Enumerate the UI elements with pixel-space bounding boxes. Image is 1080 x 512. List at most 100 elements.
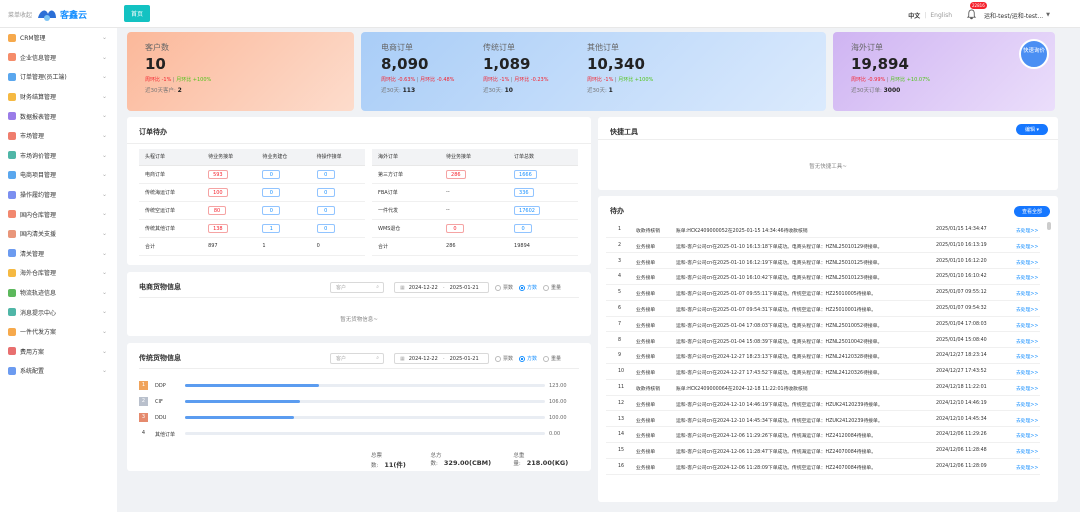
date-range-picker[interactable]: ▦ 2024-12-22-2025-01-21 — [394, 282, 489, 293]
card-overseas[interactable]: 海外订单 19,894 周环比 -0.99% | 月环比 +10.07% 近30… — [833, 32, 1055, 111]
chevron-down-icon: ⌄ — [101, 151, 107, 159]
card-orders[interactable]: 电商订单 8,090 周环比 -0.63% | 月环比 -0.48% 近30天:… — [361, 32, 826, 111]
table-row: WMS退仓 0 0 — [372, 219, 578, 238]
table-row: 合计 897 1 0 — [139, 237, 365, 256]
customer-select[interactable]: 客户 ⌕ — [330, 282, 384, 293]
date-range-picker[interactable]: ▦ 2024-12-22-2025-01-21 — [394, 353, 489, 364]
table-cell: 0 — [256, 165, 311, 184]
count-chip[interactable]: 336 — [514, 187, 534, 197]
count-chip[interactable]: 80 — [208, 205, 227, 215]
radio-label: 票数 — [503, 356, 514, 362]
card-customers[interactable]: 客户数 10 周环比 -1% | 月环比 +100% 近30天客户: 2 — [127, 32, 354, 111]
count-chip[interactable]: 593 — [208, 169, 228, 179]
sidebar-item[interactable]: 企业信息管理 ⌄ — [0, 48, 117, 68]
count-chip[interactable]: 0 — [262, 169, 281, 179]
process-link[interactable]: 去处理>> — [1016, 274, 1038, 281]
menu-icon — [8, 210, 16, 219]
quick-tools-panel: 快捷工具 编辑 ▾ 暂无快捷工具~ — [598, 117, 1058, 190]
radio-weight[interactable]: 重量 — [543, 284, 561, 291]
total-item: 总票数: 11(件) — [371, 451, 413, 469]
radio-circle-icon — [543, 355, 550, 362]
sidebar-item[interactable]: 操作履约管理 ⌄ — [0, 185, 117, 205]
process-link[interactable]: 去处理>> — [1016, 306, 1038, 313]
process-link[interactable]: 去处理>> — [1016, 322, 1038, 329]
count-chip[interactable]: 0 — [514, 223, 533, 233]
count-chip[interactable]: 0 — [262, 205, 281, 215]
sidebar-item[interactable]: 订单管理(员工端) ⌄ — [0, 67, 117, 87]
radio-volume[interactable]: 方数 — [519, 355, 537, 362]
count-chip[interactable]: 1666 — [514, 169, 537, 179]
sidebar-item[interactable]: 一件代发方案 ⌄ — [0, 322, 117, 342]
process-link[interactable]: 去处理>> — [1016, 369, 1038, 376]
sidebar-item[interactable]: 费用方案 ⌄ — [0, 342, 117, 362]
sidebar-item[interactable]: 消息提示中心 ⌄ — [0, 302, 117, 322]
count-chip[interactable]: 100 — [208, 187, 228, 197]
sidebar-item[interactable]: 电商项目管理 ⌄ — [0, 165, 117, 185]
process-link[interactable]: 去处理>> — [1016, 338, 1038, 345]
menu-icon — [8, 170, 16, 179]
sidebar-item[interactable]: 财务结算管理 ⌄ — [0, 87, 117, 107]
radio-volume[interactable]: 方数 — [519, 284, 537, 291]
process-link[interactable]: 去处理>> — [1016, 401, 1038, 408]
sidebar-item[interactable]: 数据报表管理 ⌄ — [0, 106, 117, 126]
count-chip[interactable]: 0 — [316, 187, 335, 197]
process-link[interactable]: 去处理>> — [1016, 417, 1038, 424]
process-link[interactable]: 去处理>> — [1016, 464, 1038, 471]
count-chip[interactable]: 0 — [316, 223, 335, 233]
radio-tickets[interactable]: 票数 — [495, 284, 513, 291]
count-chip[interactable]: 286 — [446, 169, 466, 179]
sidebar-item[interactable]: 市场询价管理 ⌄ — [0, 146, 117, 166]
menu-collapse-toggle[interactable]: 菜单收起 — [8, 10, 32, 19]
user-menu[interactable]: 运和-test/运和-test... — [984, 11, 1043, 20]
count-chip[interactable]: 1 — [262, 223, 281, 233]
todo-content: 运和-客户公司cn在2024-12-06 11:28:09下单成功。传统空运订单… — [676, 466, 876, 471]
table-cell: 0 — [310, 183, 365, 202]
tab-home[interactable]: 首页 — [124, 5, 150, 22]
count-chip[interactable]: 0 — [316, 205, 335, 215]
process-link[interactable]: 去处理>> — [1016, 385, 1038, 392]
process-link[interactable]: 去处理>> — [1016, 353, 1038, 360]
process-link[interactable]: 去处理>> — [1016, 432, 1038, 439]
radio-circle-icon — [495, 355, 501, 362]
chevron-down-icon: ⌄ — [101, 249, 107, 257]
lang-english[interactable]: English — [930, 12, 952, 19]
chevron-down-icon: ⌄ — [101, 210, 107, 218]
sidebar-item[interactable]: 清关管理 ⌄ — [0, 244, 117, 264]
sidebar-item[interactable]: 国内清关支援 ⌄ — [0, 224, 117, 244]
count-chip[interactable]: 0 — [262, 187, 281, 197]
process-link[interactable]: 去处理>> — [1016, 259, 1038, 266]
kpi-month-compare: 月环比 +10.07% — [890, 77, 931, 83]
todo-content: 账单:HCK2409000052在2025-01-15 14:34:46待收款核… — [676, 229, 808, 234]
row-index: 7 — [618, 321, 622, 327]
customer-select[interactable]: 客户 ⌕ — [330, 353, 384, 364]
table-row: 传统海运订单 100 0 0 — [139, 183, 365, 202]
sidebar-item[interactable]: 系统配置 ⌄ — [0, 361, 117, 381]
todo-panel: 待办 查看全部 1 收款待核销 账单:HCK2409000052在2025-01-1… — [598, 196, 1058, 502]
table-row: FBA订单 -- 336 — [372, 183, 578, 202]
sidebar-item[interactable]: 国内仓库管理 ⌄ — [0, 204, 117, 224]
scrollbar[interactable] — [1047, 222, 1051, 230]
count-chip[interactable]: 0 — [316, 169, 335, 179]
count-chip[interactable]: 17602 — [514, 205, 540, 215]
radio-weight[interactable]: 重量 — [543, 355, 561, 362]
notification-bell[interactable]: 22816 — [966, 2, 987, 21]
edit-button[interactable]: 编辑 ▾ — [1016, 124, 1048, 135]
process-link[interactable]: 去处理>> — [1016, 227, 1038, 234]
sidebar-item[interactable]: 市场管理 ⌄ — [0, 126, 117, 146]
customer-placeholder: 客户 — [336, 356, 347, 362]
lang-chinese[interactable]: 中文 — [908, 11, 920, 20]
sidebar-item[interactable]: 物流轨迹信息 ⌄ — [0, 283, 117, 303]
radio-label: 重量 — [551, 285, 562, 291]
radio-tickets[interactable]: 票数 — [495, 355, 513, 362]
count-chip[interactable]: 138 — [208, 223, 228, 233]
sidebar-item[interactable]: 海外仓库管理 ⌄ — [0, 263, 117, 283]
quick-quote-button[interactable]: 快速询价 — [1019, 39, 1049, 69]
sidebar-item[interactable]: CRM管理 ⌄ — [0, 28, 117, 48]
process-link[interactable]: 去处理>> — [1016, 448, 1038, 455]
view-all-button[interactable]: 查看全部 — [1014, 206, 1050, 217]
process-link[interactable]: 去处理>> — [1016, 290, 1038, 297]
table-cell: 897 — [202, 237, 257, 256]
count-chip[interactable]: 0 — [446, 223, 465, 233]
todo-row: 11 收款待核销 账单:HCK2409000064在2024-12-18 11:22… — [606, 380, 1040, 396]
process-link[interactable]: 去处理>> — [1016, 243, 1038, 250]
